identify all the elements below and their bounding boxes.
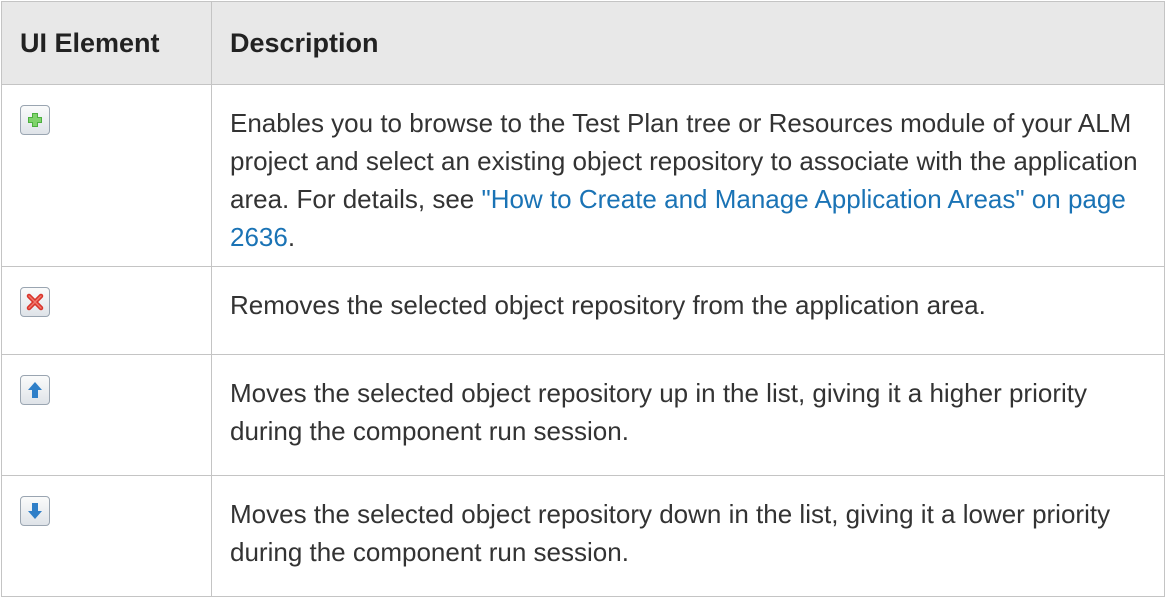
remove-button[interactable] bbox=[20, 287, 50, 317]
ui-elements-table: UI Element Description Enables you to br… bbox=[1, 1, 1165, 597]
row-description: Moves the selected object repository dow… bbox=[211, 475, 1165, 597]
row-description: Moves the selected object repository up … bbox=[211, 354, 1165, 476]
table-row: Moves the selected object repository dow… bbox=[1, 475, 1165, 597]
add-button[interactable] bbox=[20, 105, 50, 135]
table-row: Moves the selected object repository up … bbox=[1, 354, 1165, 476]
remove-icon bbox=[26, 293, 44, 311]
move-up-icon bbox=[28, 382, 42, 398]
move-down-icon bbox=[28, 503, 42, 519]
add-icon bbox=[28, 113, 42, 127]
move-down-button[interactable] bbox=[20, 496, 50, 526]
move-up-button[interactable] bbox=[20, 375, 50, 405]
header-description: Description bbox=[211, 1, 1165, 85]
row-description: Removes the selected object repository f… bbox=[211, 266, 1165, 355]
row-description-end: . bbox=[287, 222, 296, 252]
header-ui-element: UI Element bbox=[1, 1, 212, 85]
header-row: UI Element Description bbox=[1, 1, 1165, 85]
table-row: Removes the selected object repository f… bbox=[1, 266, 1165, 355]
table-row: Enables you to browse to the Test Plan t… bbox=[1, 84, 1165, 267]
